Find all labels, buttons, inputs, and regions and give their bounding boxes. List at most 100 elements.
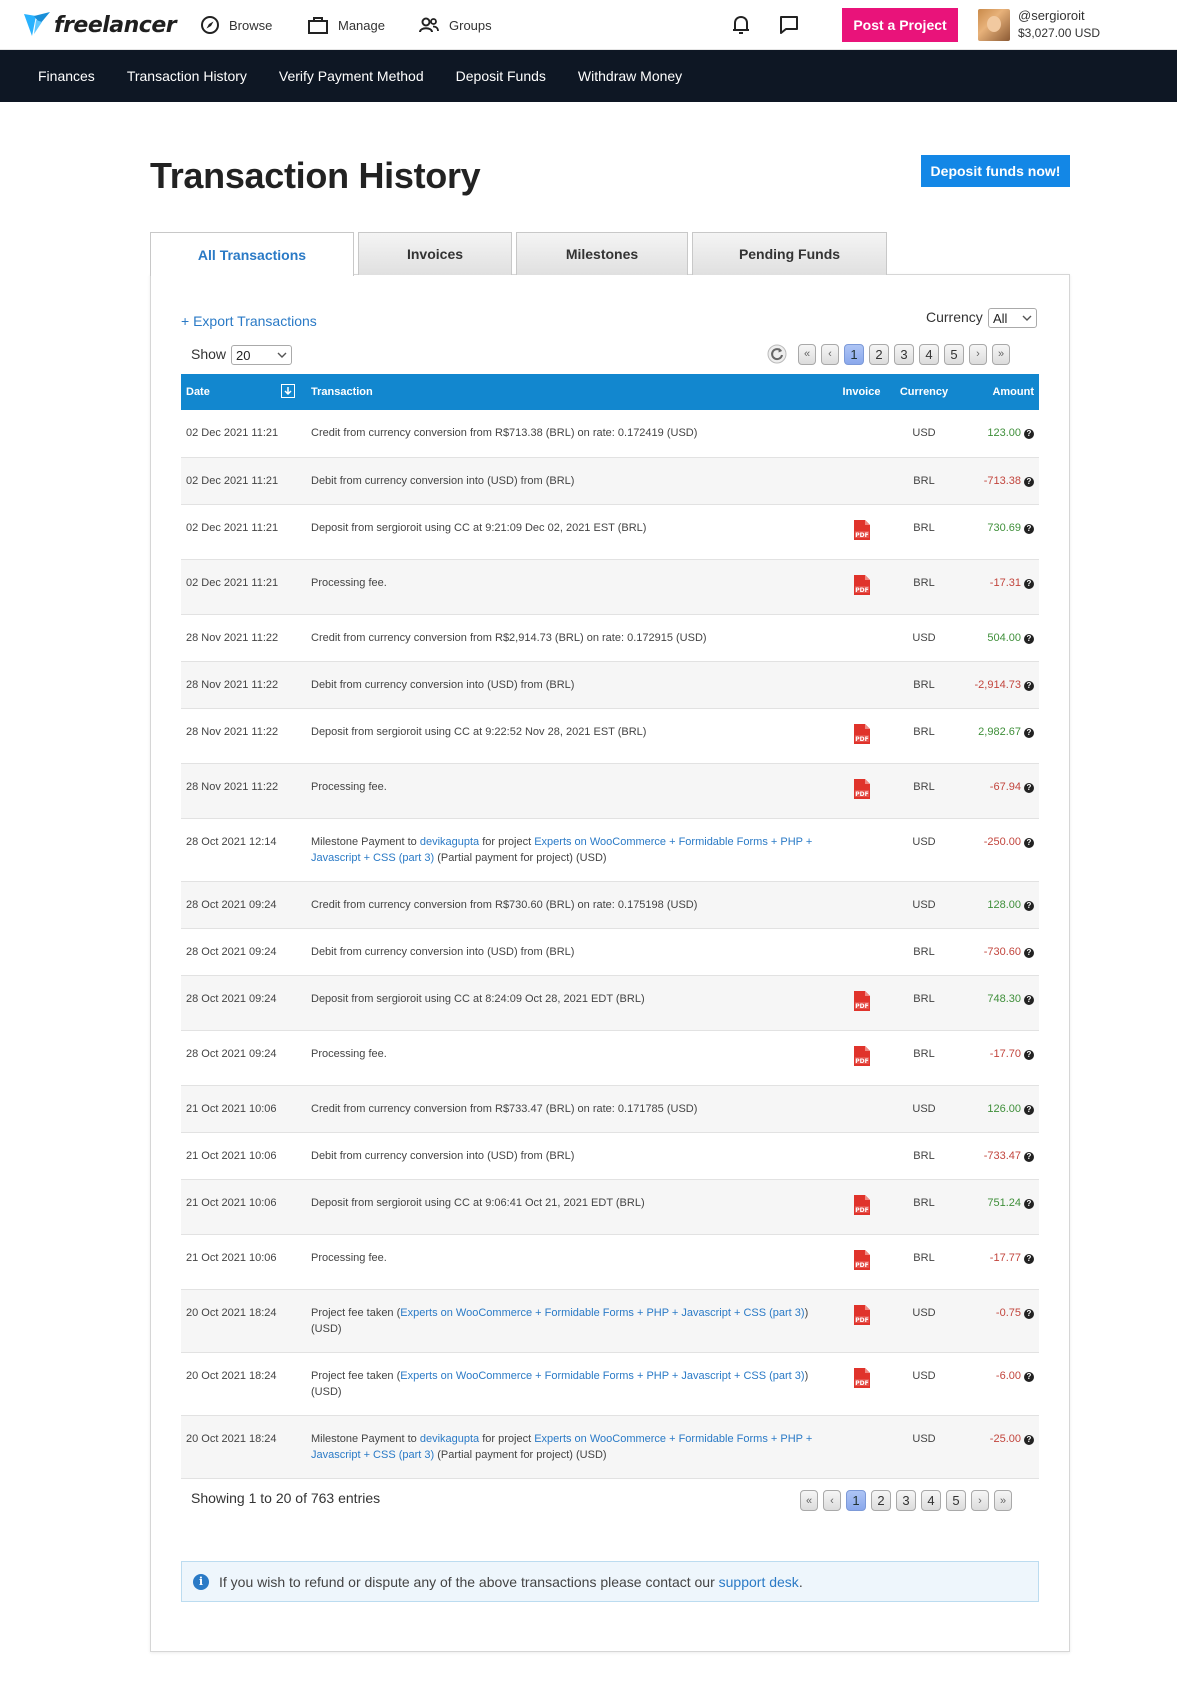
- tab-invoices[interactable]: Invoices: [358, 232, 512, 275]
- info-text-body: If you wish to refund or dispute any of …: [219, 1573, 719, 1590]
- question-circle-icon[interactable]: ?: [1024, 1049, 1034, 1060]
- messages-button[interactable]: [777, 13, 801, 37]
- question-circle-icon[interactable]: ?: [1024, 1371, 1034, 1382]
- page-button-2[interactable]: 2: [871, 1490, 891, 1511]
- manage-label: Manage: [338, 17, 385, 33]
- pdf-icon[interactable]: PDF: [853, 1194, 871, 1216]
- question-circle-icon[interactable]: ?: [1024, 1434, 1034, 1445]
- table-row: 21 Oct 2021 10:06 Deposit from sergioroit…: [181, 1179, 1039, 1235]
- invoice-cell: [834, 457, 889, 505]
- page-button-1[interactable]: 1: [844, 343, 864, 365]
- amount-value: -67.94: [989, 780, 1021, 793]
- last-page-button[interactable]: »: [994, 1490, 1012, 1511]
- transaction-amount: 126.00?: [959, 1085, 1039, 1133]
- refresh-button[interactable]: [766, 343, 788, 365]
- subnav-item-verify-payment-method[interactable]: Verify Payment Method: [279, 68, 424, 84]
- transaction-description: Processing fee.: [306, 763, 834, 819]
- entries-summary: Showing 1 to 20 of 763 entries: [191, 1490, 381, 1506]
- pdf-icon[interactable]: PDF: [853, 1304, 871, 1326]
- question-circle-icon[interactable]: ?: [1024, 523, 1034, 534]
- transaction-currency: USD: [889, 1352, 959, 1416]
- pdf-icon[interactable]: PDF: [853, 1249, 871, 1271]
- first-page-button[interactable]: «: [798, 343, 816, 365]
- transaction-amount: -713.38?: [959, 457, 1039, 505]
- pdf-icon[interactable]: PDF: [853, 519, 871, 541]
- question-circle-icon[interactable]: ?: [1024, 1198, 1034, 1209]
- transaction-currency: BRL: [889, 504, 959, 560]
- transactions-table-body: 02 Dec 2021 11:21 Credit from currency co…: [181, 410, 1039, 1479]
- question-circle-icon[interactable]: ?: [1024, 947, 1034, 958]
- prev-page-button[interactable]: ‹: [821, 343, 839, 365]
- question-circle-icon[interactable]: ?: [1024, 1308, 1034, 1319]
- export-transactions-link[interactable]: + Export Transactions: [181, 313, 317, 329]
- freelancer-logo[interactable]: freelancer: [22, 9, 177, 41]
- pdf-icon[interactable]: PDF: [853, 723, 871, 745]
- subnav-item-deposit-funds[interactable]: Deposit Funds: [456, 68, 546, 84]
- question-circle-icon[interactable]: ?: [1024, 1104, 1034, 1115]
- next-page-button[interactable]: ›: [969, 343, 987, 365]
- column-header-transaction[interactable]: Transaction: [306, 374, 834, 410]
- transaction-link[interactable]: Experts on WooCommerce + Formidable Form…: [400, 1307, 804, 1319]
- question-circle-icon[interactable]: ?: [1024, 476, 1034, 487]
- transaction-currency: BRL: [889, 1030, 959, 1086]
- svg-text:PDF: PDF: [855, 1058, 868, 1065]
- pdf-file-icon: PDF: [853, 1304, 870, 1325]
- page-button-3[interactable]: 3: [894, 343, 914, 365]
- page-size-select[interactable]: 20: [231, 345, 292, 365]
- question-circle-icon[interactable]: ?: [1024, 727, 1034, 738]
- page-button-2[interactable]: 2: [869, 343, 889, 365]
- pdf-icon[interactable]: PDF: [853, 1367, 871, 1389]
- question-circle-icon[interactable]: ?: [1024, 578, 1034, 589]
- question-circle-icon[interactable]: ?: [1024, 1151, 1034, 1162]
- question-circle-icon[interactable]: ?: [1024, 900, 1034, 911]
- column-header-date[interactable]: Date: [181, 374, 281, 410]
- last-page-button[interactable]: »: [992, 343, 1010, 365]
- username[interactable]: @sergioroit: [1018, 8, 1085, 23]
- pdf-icon[interactable]: PDF: [853, 574, 871, 596]
- deposit-funds-now-button[interactable]: Deposit funds now!: [921, 155, 1070, 187]
- tab-milestones[interactable]: Milestones: [516, 232, 688, 275]
- page-button-5[interactable]: 5: [944, 343, 964, 365]
- question-circle-icon[interactable]: ?: [1024, 680, 1034, 691]
- amount-value: -713.38: [983, 474, 1021, 487]
- transaction-link[interactable]: devikagupta: [420, 1433, 479, 1445]
- transaction-link[interactable]: Experts on WooCommerce + Formidable Form…: [400, 1370, 804, 1382]
- tab-all-transactions[interactable]: All Transactions: [150, 232, 354, 276]
- question-circle-icon[interactable]: ?: [1024, 633, 1034, 644]
- subnav-item-withdraw-money[interactable]: Withdraw Money: [578, 68, 682, 84]
- subnav-item-finances[interactable]: Finances: [38, 68, 95, 84]
- manage-link[interactable]: Manage: [307, 13, 385, 37]
- question-circle-icon[interactable]: ?: [1024, 782, 1034, 793]
- page-button-5[interactable]: 5: [946, 1490, 966, 1511]
- groups-link[interactable]: Groups: [418, 13, 492, 37]
- support-desk-link[interactable]: support desk: [719, 1574, 799, 1590]
- transaction-description: Project fee taken (Experts on WooCommerc…: [306, 1352, 834, 1416]
- page-button-3[interactable]: 3: [896, 1490, 916, 1511]
- pdf-icon[interactable]: PDF: [853, 990, 871, 1012]
- question-circle-icon[interactable]: ?: [1024, 837, 1034, 848]
- prev-page-button[interactable]: ‹: [823, 1490, 841, 1511]
- column-header-amount[interactable]: Amount: [959, 374, 1039, 410]
- question-circle-icon[interactable]: ?: [1024, 994, 1034, 1005]
- column-header-currency[interactable]: Currency: [889, 374, 959, 410]
- tab-pending-funds[interactable]: Pending Funds: [692, 232, 887, 275]
- pdf-icon[interactable]: PDF: [853, 778, 871, 800]
- column-header-invoice[interactable]: Invoice: [834, 374, 889, 410]
- transaction-description: Debit from currency conversion into (USD…: [306, 457, 834, 505]
- pdf-icon[interactable]: PDF: [853, 1045, 871, 1067]
- post-project-button[interactable]: Post a Project: [842, 8, 958, 42]
- question-circle-icon[interactable]: ?: [1024, 429, 1034, 439]
- browse-link[interactable]: Browse: [200, 13, 272, 37]
- page-button-4[interactable]: 4: [921, 1490, 941, 1511]
- currency-select[interactable]: All: [988, 308, 1037, 328]
- page-button-4[interactable]: 4: [919, 343, 939, 365]
- transaction-link[interactable]: devikagupta: [420, 836, 479, 848]
- question-circle-icon[interactable]: ?: [1024, 1253, 1034, 1264]
- next-page-button[interactable]: ›: [971, 1490, 989, 1511]
- page-button-1[interactable]: 1: [846, 1490, 866, 1511]
- first-page-button[interactable]: «: [800, 1490, 818, 1511]
- notifications-button[interactable]: [729, 13, 753, 37]
- avatar[interactable]: [978, 9, 1010, 41]
- sort-button[interactable]: [281, 374, 306, 410]
- subnav-item-transaction-history[interactable]: Transaction History: [127, 68, 247, 84]
